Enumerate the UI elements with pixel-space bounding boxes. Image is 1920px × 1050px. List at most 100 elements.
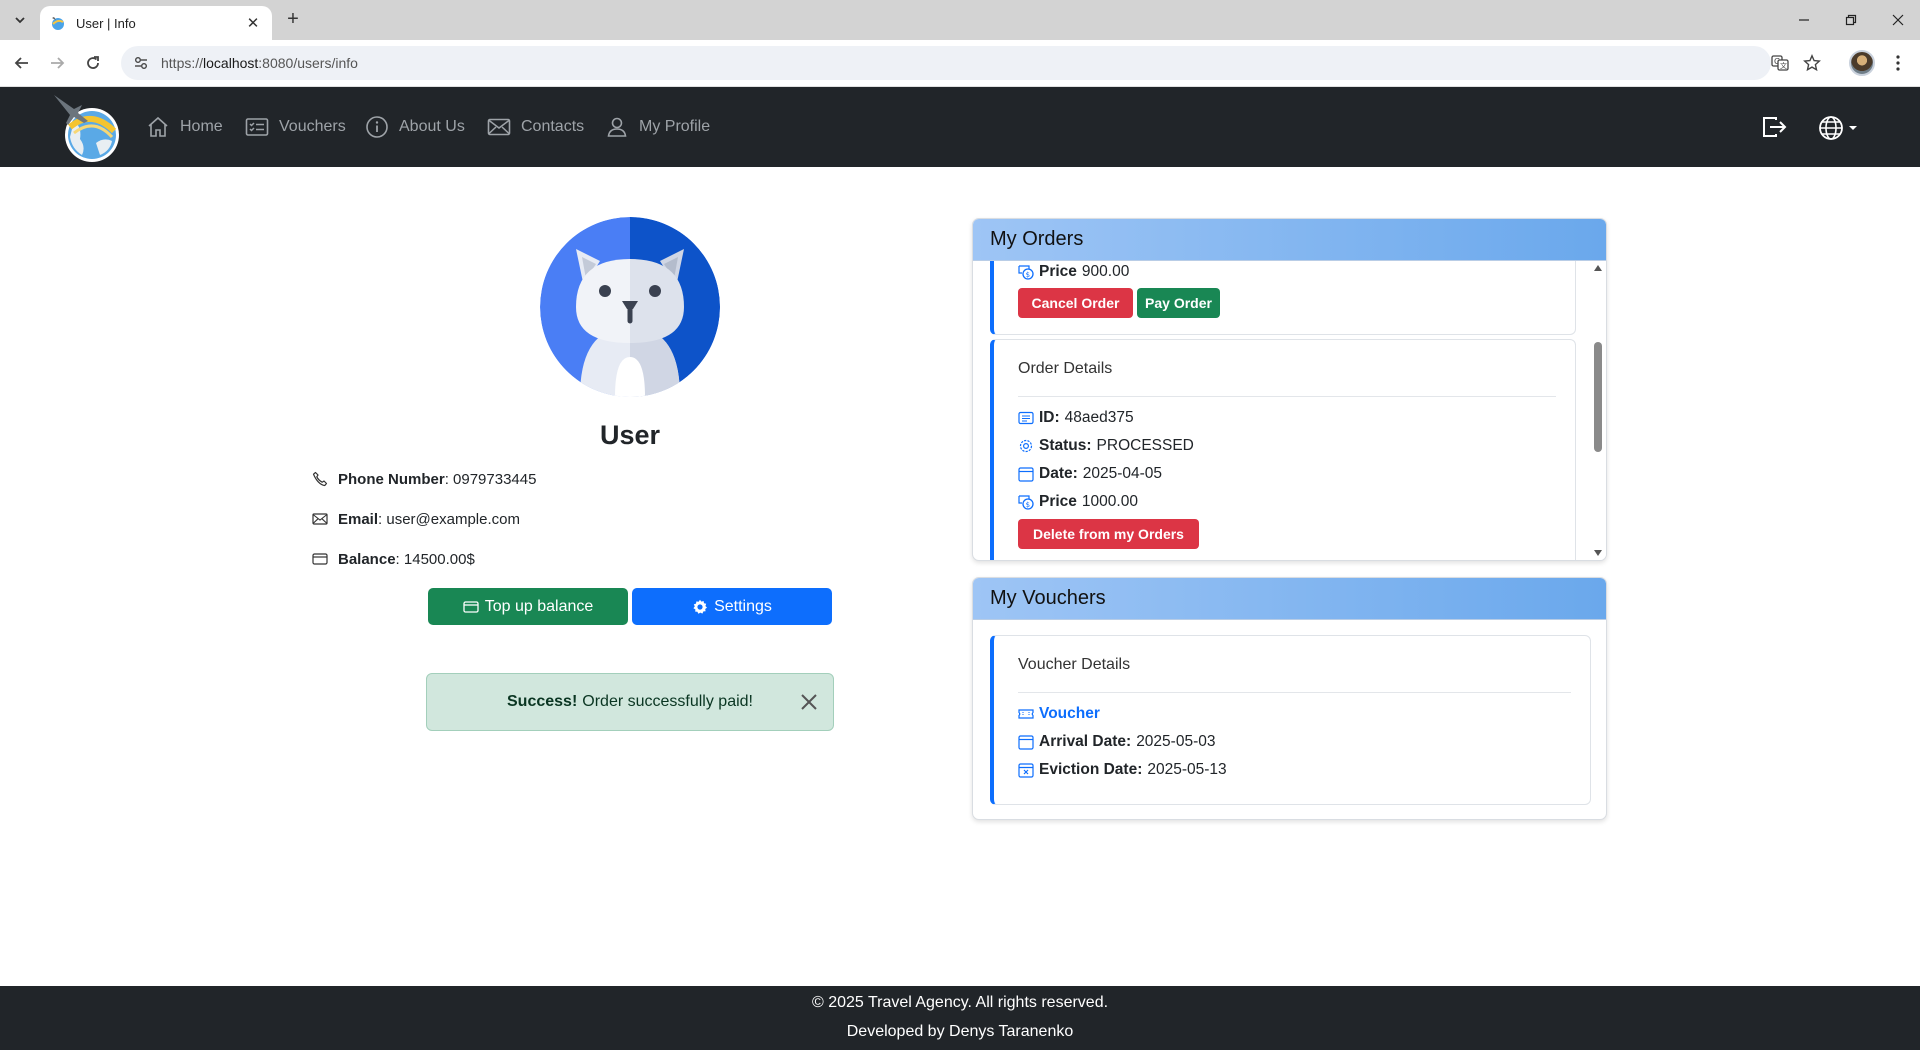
- nav-vouchers[interactable]: Vouchers: [245, 87, 346, 167]
- reload-icon: [87, 56, 99, 69]
- email-value: user@example.com: [386, 510, 520, 528]
- forward-button[interactable]: [44, 50, 70, 76]
- order-status-label: Status:: [1039, 437, 1092, 454]
- travel-agency-logo[interactable]: [52, 91, 124, 163]
- logout-icon: [1763, 117, 1787, 137]
- arrow-right-icon: [51, 57, 65, 69]
- more-vertical-icon: [1896, 55, 1900, 71]
- order-card: Order Details ID: 48aed375 Status: PROCE…: [990, 339, 1576, 560]
- orders-scroll-area[interactable]: $ Price 900.00 Cancel Order Pay Order Or…: [973, 261, 1606, 560]
- minimize-button[interactable]: [1791, 8, 1817, 32]
- pay-order-button[interactable]: Pay Order: [1137, 288, 1220, 318]
- browser-profile-avatar[interactable]: [1849, 50, 1875, 76]
- order-card: $ Price 900.00 Cancel Order Pay Order: [990, 261, 1576, 335]
- settings-label: Settings: [714, 597, 772, 615]
- cash-coin-icon: $: [1018, 265, 1034, 280]
- order-price-value: 1000.00: [1081, 493, 1138, 510]
- settings-button[interactable]: Settings: [632, 588, 832, 625]
- voucher-link[interactable]: Voucher: [1039, 705, 1100, 723]
- globe-favicon-icon: [52, 17, 64, 30]
- my-vouchers-title: My Vouchers: [973, 578, 1606, 620]
- credit-card-icon: [312, 553, 328, 565]
- order-price-label: Price: [1039, 493, 1077, 510]
- order-status-value: PROCESSED: [1096, 437, 1194, 454]
- order-id-label: ID:: [1039, 409, 1060, 426]
- voucher-link-row[interactable]: Voucher: [1018, 703, 1100, 725]
- order-date-label: Date:: [1039, 465, 1078, 482]
- translate-button[interactable]: G文: [1769, 52, 1791, 74]
- envelope-icon: [312, 513, 328, 525]
- eviction-date-value: 2025-05-13: [1147, 761, 1227, 778]
- footer-developer: Developed by Denys Taranenko: [846, 1023, 1074, 1040]
- restore-button[interactable]: [1838, 8, 1864, 32]
- voucher-details-title: Voucher Details: [1018, 656, 1131, 673]
- balance-label: Balance: [338, 550, 396, 568]
- browser-tab-active[interactable]: User | Info ✕: [40, 6, 272, 40]
- orders-scrollbar[interactable]: [1590, 261, 1606, 560]
- calendar-icon: [1018, 735, 1034, 750]
- balance-row: Balance: 14500.00$: [312, 548, 475, 570]
- cancel-order-button[interactable]: Cancel Order: [1018, 288, 1133, 318]
- home-icon: [148, 116, 168, 137]
- order-price-value: 900.00: [1081, 263, 1130, 280]
- nav-my-profile[interactable]: My Profile: [605, 87, 710, 167]
- close-window-button[interactable]: [1885, 8, 1911, 32]
- bookmark-button[interactable]: [1801, 52, 1823, 74]
- svg-text:$: $: [1026, 501, 1030, 509]
- phone-row: Phone Number: 0979733445: [312, 468, 536, 490]
- voucher-card: Voucher Details Voucher Arrival Date: 20…: [990, 635, 1591, 805]
- nav-home[interactable]: Home: [146, 87, 223, 167]
- globe-icon: [1819, 116, 1843, 140]
- arrow-left-icon: [14, 57, 28, 69]
- scroll-down-arrow-icon[interactable]: [1594, 550, 1602, 556]
- chevron-down-icon: [15, 17, 25, 24]
- site-footer: © 2025 Travel Agency. All rights reserve…: [0, 986, 1920, 1050]
- top-up-balance-label: Top up balance: [484, 597, 594, 615]
- email-label: Email: [338, 510, 379, 528]
- order-details-title: Order Details: [1018, 360, 1113, 377]
- scroll-up-arrow-icon[interactable]: [1594, 265, 1602, 271]
- url-text: https://localhost:8080/users/info: [161, 55, 358, 71]
- reload-button[interactable]: [80, 50, 106, 76]
- credit-card-icon: [463, 600, 479, 613]
- order-price-row: $ Price 1000.00: [1018, 491, 1138, 513]
- top-up-balance-button[interactable]: Top up balance: [428, 588, 628, 625]
- logout-button[interactable]: [1762, 115, 1788, 139]
- my-orders-card: My Orders $ Price 900.00 Cancel Order Pa…: [972, 218, 1607, 561]
- browser-toolbar: https://localhost:8080/users/info G文: [0, 40, 1920, 87]
- new-tab-button[interactable]: +: [282, 9, 304, 31]
- order-price-row: $ Price 900.00: [1018, 261, 1129, 283]
- nav-about-us[interactable]: About Us: [365, 87, 465, 167]
- nav-home-label: Home: [180, 118, 223, 135]
- scroll-thumb[interactable]: [1594, 342, 1602, 452]
- arrival-date-value: 2025-05-03: [1136, 733, 1216, 750]
- close-icon[interactable]: [799, 692, 819, 712]
- address-bar[interactable]: https://localhost:8080/users/info: [121, 46, 1771, 80]
- caret-down-icon: [1849, 126, 1857, 130]
- balance-colon: :: [395, 550, 404, 568]
- language-dropdown[interactable]: [1818, 115, 1858, 141]
- cat-avatar-image: [540, 217, 720, 397]
- url-host: localhost: [203, 55, 259, 71]
- minimize-icon: [1799, 19, 1809, 21]
- phone-colon: :: [444, 470, 454, 488]
- person-icon: [607, 117, 627, 137]
- nav-contacts[interactable]: Contacts: [487, 87, 584, 167]
- info-icon: [366, 116, 388, 138]
- alert-message: Order successfully paid!: [582, 693, 753, 710]
- id-card-icon: [1018, 411, 1034, 425]
- url-scheme: https://: [161, 55, 204, 71]
- order-status-row: Status: PROCESSED: [1018, 435, 1194, 457]
- delete-order-button[interactable]: Delete from my Orders: [1018, 519, 1199, 549]
- back-button[interactable]: [9, 50, 35, 76]
- site-info-icon[interactable]: [131, 53, 151, 73]
- tab-search-button[interactable]: [8, 8, 32, 32]
- order-date-row: Date: 2025-04-05: [1018, 463, 1162, 485]
- gear-icon: [1019, 439, 1033, 453]
- browser-menu-button[interactable]: [1888, 52, 1908, 74]
- order-id-row: ID: 48aed375: [1018, 407, 1134, 429]
- eviction-date-row: Eviction Date: 2025-05-13: [1018, 759, 1227, 781]
- tab-close-icon[interactable]: ✕: [244, 14, 262, 32]
- email-row: Email: user@example.com: [312, 508, 520, 530]
- divider: [1018, 692, 1571, 693]
